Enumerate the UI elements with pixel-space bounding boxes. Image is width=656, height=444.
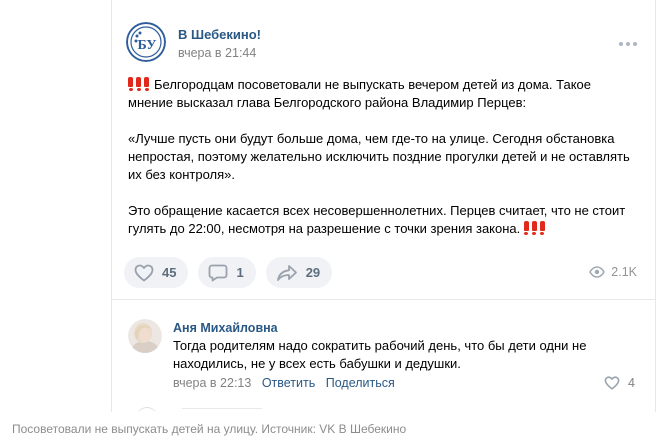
next-comment-avatar <box>137 407 157 412</box>
like-count: 45 <box>162 265 177 280</box>
image-caption: Посоветовали не выпускать детей на улицу… <box>12 422 407 436</box>
share-button[interactable]: 29 <box>265 257 333 288</box>
exclamation-icons-end <box>523 220 548 238</box>
exclamation-icon <box>136 77 141 91</box>
comment-count: 1 <box>236 265 244 280</box>
more-icon[interactable] <box>617 36 639 52</box>
heart-icon <box>134 264 154 281</box>
post-text: Белгородцам посоветовали не выпускать ве… <box>128 76 638 256</box>
post-card: БУ В Шебекино! вчера в 21:44 Белгородцам… <box>111 0 656 412</box>
post-time[interactable]: вчера в 21:44 <box>178 46 256 60</box>
comment-time[interactable]: вчера в 22:13 <box>173 376 251 390</box>
next-comment-line <box>182 408 262 409</box>
post-paragraph-2: «Лучше пусть они будут больше дома, чем … <box>128 131 630 182</box>
comment-like-button[interactable]: 4 <box>604 376 635 390</box>
comment-text: Тогда родителям надо сократить рабочий д… <box>173 338 587 371</box>
comment-icon <box>209 264 228 281</box>
eye-icon <box>589 266 606 278</box>
exclamation-icon <box>539 221 545 235</box>
comment-meta: вчера в 22:13 Ответить Поделиться <box>173 376 395 390</box>
post-paragraph-3-text: Это обращение касается всех несовершенно… <box>128 203 626 236</box>
views-counter: 2.1K <box>589 265 637 279</box>
logo-text: БУ <box>137 38 156 53</box>
post-actions: 45 1 29 <box>124 257 333 288</box>
exclamation-icon <box>523 221 529 235</box>
reply-link[interactable]: Ответить <box>262 376 315 390</box>
comment-avatar[interactable] <box>128 319 162 353</box>
share-icon <box>276 264 297 281</box>
post-author[interactable]: В Шебекино! <box>178 27 261 42</box>
heart-icon <box>604 376 620 390</box>
share-link[interactable]: Поделиться <box>326 376 395 390</box>
exclamation-icons <box>128 76 152 94</box>
exclamation-icon <box>531 221 537 235</box>
post-paragraph-1: Белгородцам посоветовали не выпускать ве… <box>128 76 638 112</box>
exclamation-icon <box>144 77 149 91</box>
like-button[interactable]: 45 <box>124 257 189 288</box>
exclamation-icon <box>128 77 133 91</box>
divider <box>112 299 655 300</box>
community-avatar[interactable]: БУ <box>126 22 166 62</box>
comment-author[interactable]: Аня Михайловна <box>173 321 278 335</box>
share-count: 29 <box>305 265 321 280</box>
views-count: 2.1K <box>611 265 637 279</box>
comment-like-count: 4 <box>628 376 635 390</box>
comment-button[interactable]: 1 <box>198 257 256 288</box>
post-paragraph-1-text: Белгородцам посоветовали не выпускать ве… <box>128 77 591 110</box>
post-paragraph-3: Это обращение касается всех несовершенно… <box>128 202 638 238</box>
